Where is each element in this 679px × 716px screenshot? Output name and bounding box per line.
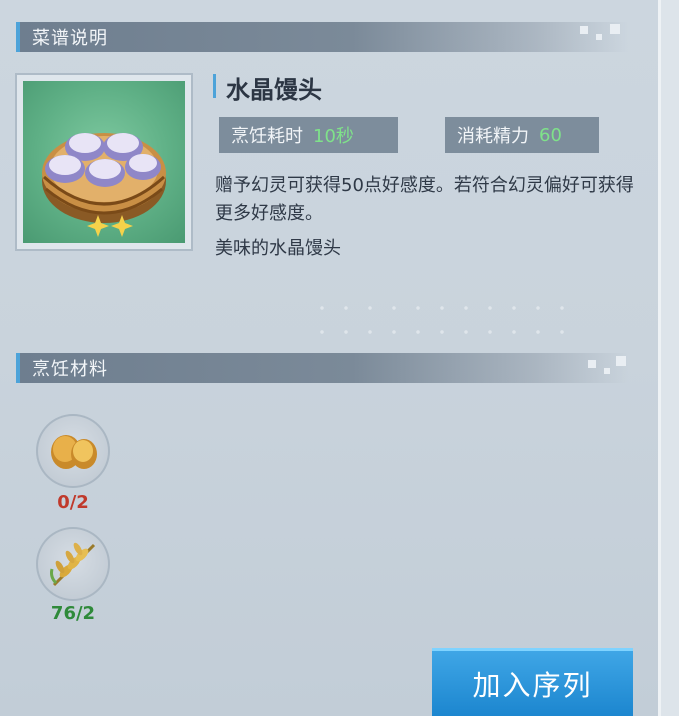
dot-pattern [310, 296, 570, 346]
materials-section-header: 烹饪材料 [16, 353, 628, 383]
pixel-deco [610, 24, 620, 34]
dish-name: 水晶馒头 [226, 76, 322, 104]
potato-icon [51, 435, 97, 469]
recipe-section-title: 菜谱说明 [32, 28, 108, 49]
recipe-section-header: 菜谱说明 [16, 22, 628, 52]
materials-section-title: 烹饪材料 [32, 359, 108, 380]
dish-description: 赠予幻灵可获得50点好感度。若符合幻灵偏好可获得更多好感度。 [215, 175, 634, 224]
pixel-deco [596, 34, 602, 40]
dish-flavor-text: 美味的水晶馒头 [215, 238, 341, 259]
pixel-deco [604, 368, 610, 374]
stamina-value: 60 [539, 124, 562, 146]
dish-name-accent [213, 74, 216, 98]
panel-edge [658, 0, 679, 716]
material-slot-potato[interactable] [36, 414, 110, 488]
section-accent [16, 353, 20, 383]
stamina-label: 消耗精力 [457, 126, 529, 147]
wheat-icon [50, 542, 96, 587]
add-to-queue-button[interactable]: 加入序列 [432, 648, 633, 716]
stamina-stat: 消耗精力 60 [445, 117, 599, 153]
cook-time-value: 10秒 [313, 126, 354, 147]
cook-time-stat: 烹饪耗时 10秒 [219, 117, 398, 153]
section-accent [16, 22, 20, 52]
pixel-deco [580, 26, 588, 34]
material-count-potato: 0/2 [57, 492, 89, 513]
cook-time-label: 烹饪耗时 [231, 126, 303, 147]
material-count-wheat: 76/2 [50, 603, 96, 624]
pixel-deco [616, 356, 626, 366]
dish-image-frame [15, 73, 193, 251]
crystal-bun-icon [23, 81, 185, 243]
pixel-deco [588, 360, 596, 368]
material-slot-wheat[interactable] [36, 527, 110, 601]
